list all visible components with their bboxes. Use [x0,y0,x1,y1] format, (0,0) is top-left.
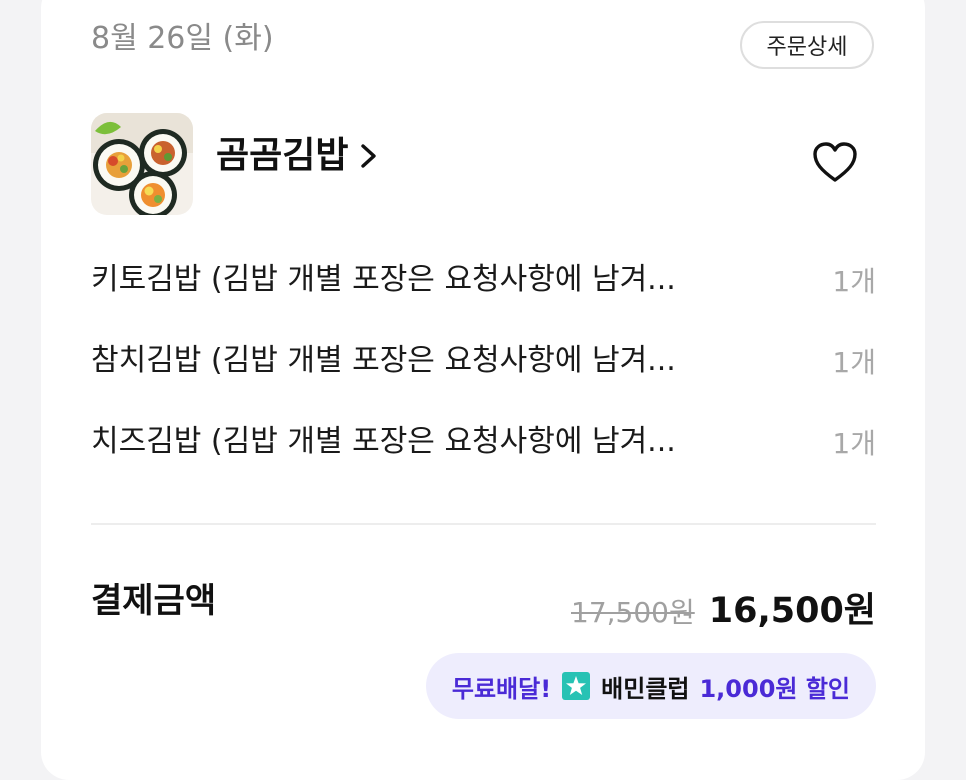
list-item: 키토김밥 (김밥 개별 포장은 요청사항에 남겨... 1개 [91,260,876,300]
baemin-club-star-icon [561,671,591,701]
order-date: 8월 26일 (화) [91,21,274,56]
order-detail-button[interactable]: 주문상세 [740,21,874,69]
price-group: 17,500원 16,500원 [571,582,876,633]
store-thumbnail[interactable] [91,113,193,215]
original-price: 17,500원 [571,596,695,629]
final-price: 16,500원 [708,591,876,631]
divider [91,523,876,525]
club-name-text: 배민클럽 [601,674,690,703]
menu-item-qty: 1개 [832,346,876,379]
payment-label: 결제금액 [91,581,217,621]
list-item: 참치김밥 (김밥 개별 포장은 요청사항에 남겨... 1개 [91,341,876,381]
store-link[interactable]: 곰곰김밥 [216,138,380,174]
menu-item-name: 키토김밥 (김밥 개별 포장은 요청사항에 남겨... [91,262,676,297]
list-item: 치즈김밥 (김밥 개별 포장은 요청사항에 남겨... 1개 [91,422,876,462]
promo-badge: 무료배달! 배민클럽 1,000원 할인 [425,653,876,719]
order-card: 8월 26일 (화) 주문상세 곰곰김밥 키토김밥 (김밥 개별 포장은 요청사… [41,0,925,780]
heart-icon[interactable] [811,140,859,184]
menu-item-name: 참치김밥 (김밥 개별 포장은 요청사항에 남겨... [91,343,676,378]
menu-item-qty: 1개 [832,265,876,298]
discount-text: 1,000원 할인 [699,674,850,703]
free-delivery-text: 무료배달! [451,674,552,703]
chevron-right-icon [358,141,380,171]
store-name: 곰곰김밥 [216,135,349,176]
menu-item-name: 치즈김밥 (김밥 개별 포장은 요청사항에 남겨... [91,424,676,459]
menu-item-qty: 1개 [832,427,876,460]
